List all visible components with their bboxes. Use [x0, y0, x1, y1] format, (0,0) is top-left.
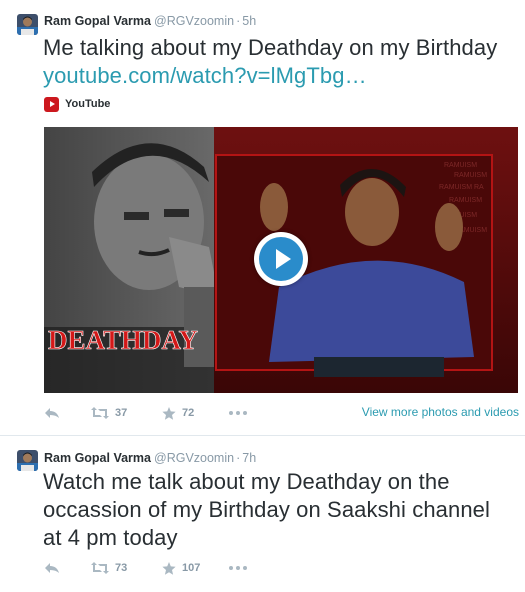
user-handle[interactable]: @RGVzoomin	[154, 14, 234, 28]
play-button[interactable]	[254, 232, 308, 286]
tweet: Ram Gopal Varma @RGVzoomin · 7h Watch me ta…	[0, 437, 525, 592]
svg-text:RAMUISM: RAMUISM	[444, 162, 477, 169]
more-dots-icon	[229, 566, 247, 570]
tweet-actions: 37 72 View more photos and videos	[44, 404, 519, 422]
retweet-icon	[91, 562, 109, 574]
tweet-header: Ram Gopal Varma @RGVzoomin · 5h	[44, 13, 256, 29]
user-fullname[interactable]: Ram Gopal Varma	[44, 451, 151, 465]
favorite-count: 72	[182, 407, 195, 419]
reply-button[interactable]	[44, 407, 91, 419]
star-icon	[162, 561, 176, 575]
retweet-button[interactable]: 37	[91, 407, 162, 419]
favorite-button[interactable]: 72	[162, 406, 229, 420]
tweet: Ram Gopal Varma @RGVzoomin · 5h Me talking …	[0, 0, 525, 436]
favorite-count: 107	[182, 562, 201, 574]
reply-button[interactable]	[44, 562, 91, 574]
retweet-icon	[91, 407, 109, 419]
play-icon	[259, 237, 303, 281]
more-button[interactable]	[229, 411, 249, 415]
reply-icon	[45, 408, 59, 418]
user-handle[interactable]: @RGVzoomin	[154, 451, 234, 465]
tweet-body: Me talking about my Deathday on my Birth…	[43, 35, 498, 60]
media-title-overlay: DEATHDAY	[48, 325, 198, 355]
separator-dot: ·	[236, 14, 241, 28]
video-thumbnail[interactable]: RAMUISM RAMUISM RAMUISM RA RAMUISM RAMUISM…	[44, 127, 518, 393]
youtube-logo-icon	[44, 96, 59, 112]
avatar[interactable]	[17, 450, 38, 471]
star-icon	[162, 406, 176, 420]
user-fullname[interactable]: Ram Gopal Varma	[44, 14, 151, 28]
separator-dot: ·	[236, 451, 241, 465]
retweet-button[interactable]: 73	[91, 562, 162, 574]
tweet-actions: 73 107	[44, 559, 519, 577]
favorite-button[interactable]: 107	[162, 561, 229, 575]
tweet-text: Me talking about my Deathday on my Birth…	[43, 34, 513, 90]
view-more-media-link[interactable]: View more photos and videos	[362, 405, 519, 419]
tweet-header: Ram Gopal Varma @RGVzoomin · 7h	[44, 450, 256, 466]
tweet-timestamp[interactable]: 7h	[242, 451, 256, 465]
tweet-link[interactable]: youtube.com/watch?v=lMgTbg…	[43, 63, 367, 88]
reply-icon	[45, 563, 59, 573]
avatar[interactable]	[17, 14, 38, 35]
more-button[interactable]	[229, 566, 249, 570]
card-source[interactable]: YouTube	[44, 96, 110, 112]
more-dots-icon	[229, 411, 247, 415]
tweet-text: Watch me talk about my Deathday on the o…	[43, 469, 490, 550]
svg-text:RAMUISM RA: RAMUISM RA	[439, 184, 484, 191]
retweet-count: 73	[115, 562, 128, 574]
retweet-count: 37	[115, 407, 128, 419]
svg-text:RAMUISM: RAMUISM	[454, 172, 487, 179]
tweet-timestamp[interactable]: 5h	[242, 14, 256, 28]
card-source-label: YouTube	[65, 98, 111, 110]
svg-text:RAMUISM: RAMUISM	[449, 197, 482, 204]
